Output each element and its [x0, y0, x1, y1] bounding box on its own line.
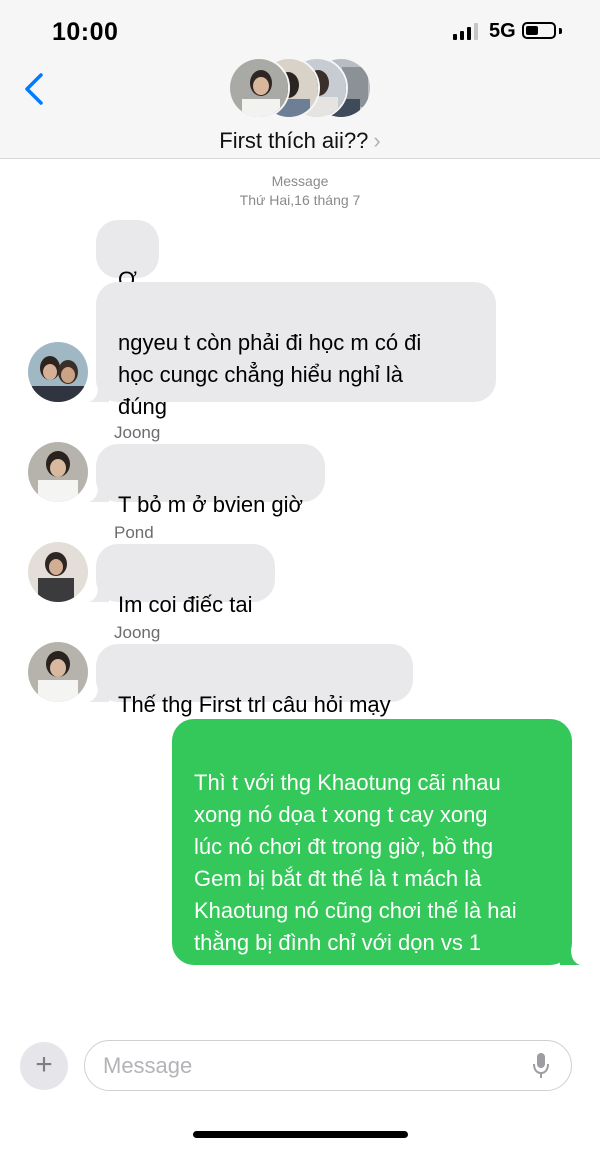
avatar[interactable] — [28, 342, 88, 402]
battery-level — [526, 26, 538, 35]
add-attachment-button[interactable]: + — [20, 1042, 68, 1090]
message-text: Im coi điếc tai — [118, 592, 253, 617]
message-bubble[interactable]: Im coi điếc tai — [89, 544, 275, 617]
sender-name: Pond — [114, 523, 154, 542]
message-placeholder: Message — [103, 1053, 193, 1078]
chevron-left-icon — [25, 73, 43, 105]
message-bubble[interactable]: Ơ — [96, 220, 159, 292]
battery-icon — [522, 22, 556, 39]
back-button[interactable] — [22, 72, 46, 106]
group-avatar-1 — [228, 57, 290, 119]
message-bubble[interactable]: T bỏ m ở bvien giờ — [89, 444, 325, 517]
avatar[interactable] — [28, 542, 88, 602]
sender-name: Joong — [114, 623, 161, 642]
sender-name: Joong — [114, 423, 161, 442]
battery-cap — [559, 28, 562, 34]
message-text: Thế thg First trl câu hỏi mạy — [118, 692, 391, 717]
message-bubble-outgoing[interactable]: Thì t với thg Khaotung cãi nhau xong nó … — [172, 719, 580, 987]
avatar[interactable] — [28, 442, 88, 502]
network-type: 5G — [489, 20, 516, 42]
message-bubble[interactable]: ngyeu t còn phải đi học m có đi học cung… — [89, 282, 496, 419]
microphone-icon[interactable] — [532, 1052, 550, 1080]
avatar[interactable] — [28, 642, 88, 702]
message-text: Thì t với thg Khaotung cãi nhau xong nó … — [194, 770, 517, 987]
service-label: Message — [271, 173, 329, 189]
group-title-row[interactable]: First thích aii?? › — [0, 128, 600, 154]
chevron-right-icon: › — [373, 128, 381, 153]
group-avatars[interactable] — [228, 57, 372, 119]
message-text: T bỏ m ở bvien giờ — [118, 492, 303, 517]
message-text: ngyeu t còn phải đi học m có đi học cung… — [118, 330, 422, 419]
date-label: Thứ Hai,16 tháng 7 — [239, 192, 361, 208]
bubble-tail — [89, 386, 109, 402]
bubble-tail — [560, 949, 580, 965]
message-bubble[interactable]: Thế thg First trl câu hỏi mạy — [89, 644, 413, 717]
bubble-tail — [89, 486, 109, 502]
home-indicator[interactable] — [193, 1131, 408, 1138]
bubble-tail — [89, 586, 109, 602]
cellular-signal-icon — [453, 23, 479, 40]
bubble-tail — [89, 686, 109, 702]
group-name: First thích aii?? — [219, 128, 369, 153]
status-time: 10:00 — [52, 18, 119, 46]
plus-icon: + — [35, 1048, 53, 1081]
message-input[interactable]: Message — [84, 1040, 572, 1091]
